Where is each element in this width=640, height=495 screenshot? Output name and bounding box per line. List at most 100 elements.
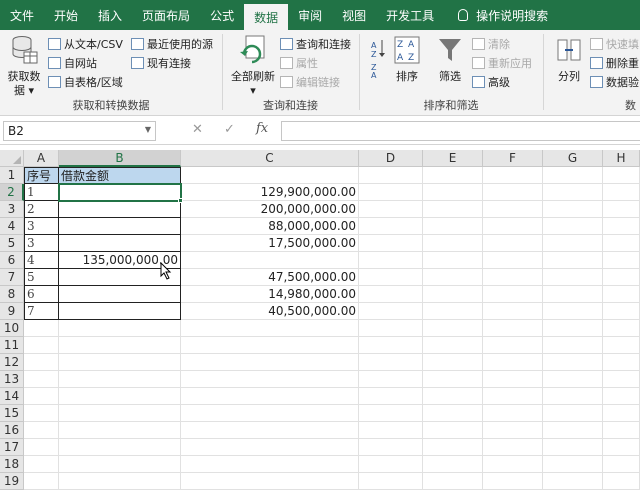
row-header-7[interactable]: 7 (0, 269, 24, 286)
advanced-button[interactable]: 高级 (472, 73, 510, 91)
cell-c17[interactable] (181, 439, 359, 456)
cell-b5[interactable] (59, 235, 181, 252)
cell-b13[interactable] (59, 371, 181, 388)
cell-g7[interactable] (543, 269, 603, 286)
fill-handle[interactable] (178, 198, 183, 203)
recent-sources-button[interactable]: 最近使用的源 (131, 35, 213, 53)
cell-b12[interactable] (59, 354, 181, 371)
cell-d2[interactable] (359, 184, 423, 201)
cell-e2[interactable] (423, 184, 483, 201)
sort-az-icon[interactable]: A Z Z A (370, 38, 386, 78)
cell-f14[interactable] (483, 388, 543, 405)
cell-g1[interactable] (543, 167, 603, 184)
column-header-e[interactable]: E (423, 150, 483, 167)
cell-f8[interactable] (483, 286, 543, 303)
cell-g2[interactable] (543, 184, 603, 201)
cell-c7[interactable]: 47,500,000.00 (181, 269, 359, 286)
cell-d9[interactable] (359, 303, 423, 320)
cell-a13[interactable] (24, 371, 59, 388)
row-header-10[interactable]: 10 (0, 320, 24, 337)
row-header-19[interactable]: 19 (0, 473, 24, 490)
enter-icon[interactable]: ✓ (224, 122, 235, 137)
cell-c5[interactable]: 17,500,000.00 (181, 235, 359, 252)
cell-f10[interactable] (483, 320, 543, 337)
cell-d11[interactable] (359, 337, 423, 354)
cell-d3[interactable] (359, 201, 423, 218)
row-header-13[interactable]: 13 (0, 371, 24, 388)
cell-g12[interactable] (543, 354, 603, 371)
cell-a5[interactable]: 3 (24, 235, 59, 252)
name-box-dropdown-icon[interactable]: ▼ (145, 125, 151, 134)
cell-d15[interactable] (359, 405, 423, 422)
cell-c2[interactable]: 129,900,000.00 (181, 184, 359, 201)
data-validation-button[interactable]: 数据验 (590, 73, 639, 91)
cell-e10[interactable] (423, 320, 483, 337)
cell-e7[interactable] (423, 269, 483, 286)
column-header-d[interactable]: D (359, 150, 423, 167)
cell-e13[interactable] (423, 371, 483, 388)
cell-h7[interactable] (603, 269, 640, 286)
cell-e5[interactable] (423, 235, 483, 252)
cell-g19[interactable] (543, 473, 603, 490)
cell-e1[interactable] (423, 167, 483, 184)
cell-g4[interactable] (543, 218, 603, 235)
cell-f6[interactable] (483, 252, 543, 269)
cell-c6[interactable] (181, 252, 359, 269)
row-header-15[interactable]: 15 (0, 405, 24, 422)
cell-e8[interactable] (423, 286, 483, 303)
get-data-button[interactable]: 获取数 据 ▾ (4, 34, 44, 98)
cell-h18[interactable] (603, 456, 640, 473)
cell-e12[interactable] (423, 354, 483, 371)
cell-b15[interactable] (59, 405, 181, 422)
tab-review[interactable]: 审阅 (288, 0, 332, 30)
cell-g11[interactable] (543, 337, 603, 354)
cell-d1[interactable] (359, 167, 423, 184)
tell-me-search[interactable]: 操作说明搜索 (444, 0, 558, 30)
cell-e11[interactable] (423, 337, 483, 354)
tab-file[interactable]: 文件 (0, 0, 44, 30)
cell-g6[interactable] (543, 252, 603, 269)
row-header-8[interactable]: 8 (0, 286, 24, 303)
cell-c19[interactable] (181, 473, 359, 490)
cell-d18[interactable] (359, 456, 423, 473)
properties-button[interactable]: 属性 (280, 54, 318, 72)
cell-a11[interactable] (24, 337, 59, 354)
cell-f11[interactable] (483, 337, 543, 354)
cell-a16[interactable] (24, 422, 59, 439)
cell-a8[interactable]: 6 (24, 286, 59, 303)
column-header-f[interactable]: F (483, 150, 543, 167)
cell-g8[interactable] (543, 286, 603, 303)
cell-c18[interactable] (181, 456, 359, 473)
cell-c13[interactable] (181, 371, 359, 388)
row-header-2[interactable]: 2 (0, 184, 24, 201)
cell-e4[interactable] (423, 218, 483, 235)
formula-input[interactable] (281, 121, 640, 141)
cell-b8[interactable] (59, 286, 181, 303)
tab-formulas[interactable]: 公式 (200, 0, 244, 30)
cell-h8[interactable] (603, 286, 640, 303)
cell-e3[interactable] (423, 201, 483, 218)
row-header-16[interactable]: 16 (0, 422, 24, 439)
column-header-b[interactable]: B (59, 150, 181, 167)
cell-f3[interactable] (483, 201, 543, 218)
from-text-csv-button[interactable]: 从文本/CSV (48, 35, 123, 53)
cell-g18[interactable] (543, 456, 603, 473)
cell-c14[interactable] (181, 388, 359, 405)
cell-f9[interactable] (483, 303, 543, 320)
cell-h9[interactable] (603, 303, 640, 320)
cell-d10[interactable] (359, 320, 423, 337)
cell-d16[interactable] (359, 422, 423, 439)
cell-e6[interactable] (423, 252, 483, 269)
cell-a7[interactable]: 5 (24, 269, 59, 286)
cell-a12[interactable] (24, 354, 59, 371)
cell-a14[interactable] (24, 388, 59, 405)
cell-g17[interactable] (543, 439, 603, 456)
insert-function-button[interactable]: fx (256, 121, 268, 136)
row-header-11[interactable]: 11 (0, 337, 24, 354)
cell-f2[interactable] (483, 184, 543, 201)
column-header-h[interactable]: H (603, 150, 640, 167)
cell-a6[interactable]: 4 (24, 252, 59, 269)
cell-b11[interactable] (59, 337, 181, 354)
cell-c15[interactable] (181, 405, 359, 422)
cell-a2[interactable]: 1 (24, 184, 59, 201)
